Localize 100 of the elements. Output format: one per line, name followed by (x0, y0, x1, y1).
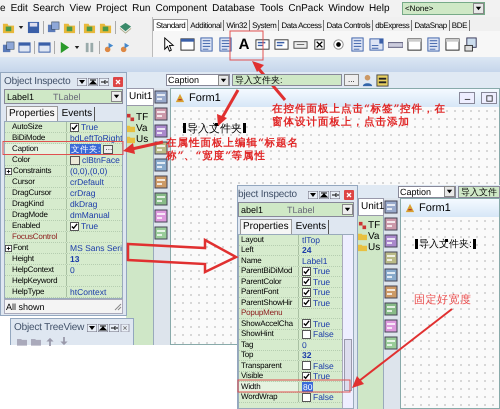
property-name[interactable]: WordWrap (241, 392, 278, 402)
person-icon[interactable] (360, 74, 374, 86)
property-name[interactable]: Constraints (13, 166, 52, 176)
property-name[interactable]: DragMode (12, 210, 48, 220)
expand-icon[interactable] (5, 244, 12, 252)
checkbox[interactable] (302, 277, 311, 286)
component-icon[interactable] (376, 74, 389, 86)
component-icon[interactable] (384, 251, 398, 265)
maximize-icon[interactable] (88, 78, 98, 86)
menu-item[interactable]: e (0, 3, 6, 14)
property-name[interactable]: ParentColor (241, 276, 282, 287)
checkbox[interactable] (302, 392, 311, 402)
popup-icon[interactable] (218, 36, 233, 52)
property-name[interactable]: HelpType (12, 287, 44, 297)
inspector-tab[interactable]: Properties (6, 106, 58, 121)
property-name[interactable]: Cursor (12, 177, 35, 187)
menu-item[interactable]: Search (32, 3, 64, 14)
scrollbar[interactable] (342, 235, 353, 408)
property-name[interactable]: ShowAccelCha (241, 318, 293, 329)
pin-icon[interactable] (330, 190, 340, 198)
component-icon[interactable] (384, 217, 398, 231)
property-name[interactable]: BiDiMode (12, 133, 46, 143)
checkbox[interactable] (302, 288, 311, 297)
menu-item[interactable]: View (69, 3, 91, 14)
property-name[interactable]: DragKind (12, 199, 44, 209)
property-name[interactable]: Tag (241, 340, 254, 350)
checkbox[interactable] (302, 298, 311, 308)
memo-icon[interactable] (274, 36, 289, 52)
step-icon[interactable] (103, 40, 116, 54)
combo-icon[interactable] (369, 36, 384, 52)
unit-tab[interactable]: Unit1 (126, 88, 154, 106)
checkbox[interactable] (302, 266, 311, 276)
tree-item[interactable]: Us (136, 134, 148, 145)
property-name[interactable]: ParentShowHir (241, 298, 292, 308)
minimize-button[interactable] (459, 92, 475, 104)
checkbox[interactable] (70, 122, 79, 132)
checkbox[interactable] (302, 330, 311, 339)
menu-icon[interactable] (199, 36, 214, 52)
component-icon[interactable] (154, 124, 168, 138)
close-icon[interactable] (120, 324, 130, 332)
pin-icon[interactable] (109, 324, 119, 332)
property-name[interactable]: Layout (241, 235, 264, 245)
tree-item[interactable]: Us (368, 242, 380, 253)
frame-icon[interactable] (180, 36, 195, 52)
tree-item[interactable]: Va (136, 123, 148, 134)
up-arrow-icon[interactable] (45, 337, 55, 346)
property-name[interactable]: AutoSize (12, 122, 42, 132)
close-icon[interactable] (113, 76, 123, 86)
pin-icon[interactable] (99, 78, 109, 86)
window-icon[interactable] (38, 40, 51, 54)
component-icon[interactable] (154, 209, 168, 223)
object-combo[interactable]: abel1 TLabel (238, 202, 354, 217)
value-field[interactable]: 导入文件 (458, 186, 500, 198)
component-icon[interactable] (154, 90, 168, 104)
maximize-icon[interactable] (98, 324, 108, 332)
maximize-icon[interactable] (319, 190, 329, 198)
menu-item[interactable]: Component (155, 3, 208, 14)
property-combo[interactable]: Caption (166, 74, 230, 86)
property-name[interactable]: Color (12, 155, 30, 165)
layout-combo[interactable]: <None> (402, 2, 485, 15)
unit-tab[interactable]: Unit1 (358, 198, 384, 216)
property-name[interactable]: Name (241, 256, 262, 266)
menu-item[interactable]: Edit (10, 3, 28, 14)
property-name[interactable]: Enabled (12, 221, 40, 231)
property-name[interactable]: Visible (241, 371, 264, 382)
component-icon[interactable] (154, 175, 168, 189)
windows-icon[interactable] (2, 40, 15, 54)
label-tool[interactable]: A (237, 36, 251, 52)
close-icon[interactable] (344, 190, 354, 200)
dropdown-icon[interactable] (111, 91, 122, 102)
component-icon[interactable] (384, 200, 398, 214)
property-name[interactable]: Font (13, 243, 28, 253)
tree-item[interactable]: Va (368, 231, 380, 242)
component-icon[interactable] (384, 319, 398, 333)
property-name[interactable]: Height (12, 254, 34, 264)
menu-item[interactable]: Window (328, 3, 364, 14)
menu-item[interactable]: CnPack (288, 3, 324, 14)
expand-icon[interactable] (5, 168, 12, 174)
property-name[interactable]: HelpContext (12, 265, 54, 275)
group-icon[interactable] (407, 36, 422, 52)
ellipsis-button[interactable]: ... (344, 74, 359, 86)
menu-item[interactable]: Project (96, 3, 128, 14)
property-name[interactable]: Transparent (241, 360, 282, 371)
menu-item[interactable]: Run (132, 3, 150, 14)
save-icon[interactable] (27, 20, 40, 34)
checkbox[interactable] (302, 361, 311, 370)
panel-icon[interactable] (445, 36, 460, 52)
tree-item[interactable]: TF (368, 220, 380, 231)
windows-icon[interactable] (47, 20, 60, 34)
checkbox[interactable] (302, 319, 311, 328)
object-combo[interactable]: Label1 TLabel (4, 89, 123, 104)
inspector-tab[interactable]: Properties (240, 219, 292, 234)
property-name[interactable]: ParentFont (241, 287, 279, 298)
palette-tab[interactable]: Standard (153, 19, 188, 31)
edit-icon[interactable] (255, 36, 270, 52)
value-field[interactable]: 导入文件夹: (232, 74, 342, 86)
tree-item[interactable]: TF (136, 112, 148, 123)
radio-icon[interactable] (331, 36, 346, 52)
property-name[interactable]: Top (241, 350, 254, 360)
property-name[interactable]: Left (241, 245, 254, 256)
